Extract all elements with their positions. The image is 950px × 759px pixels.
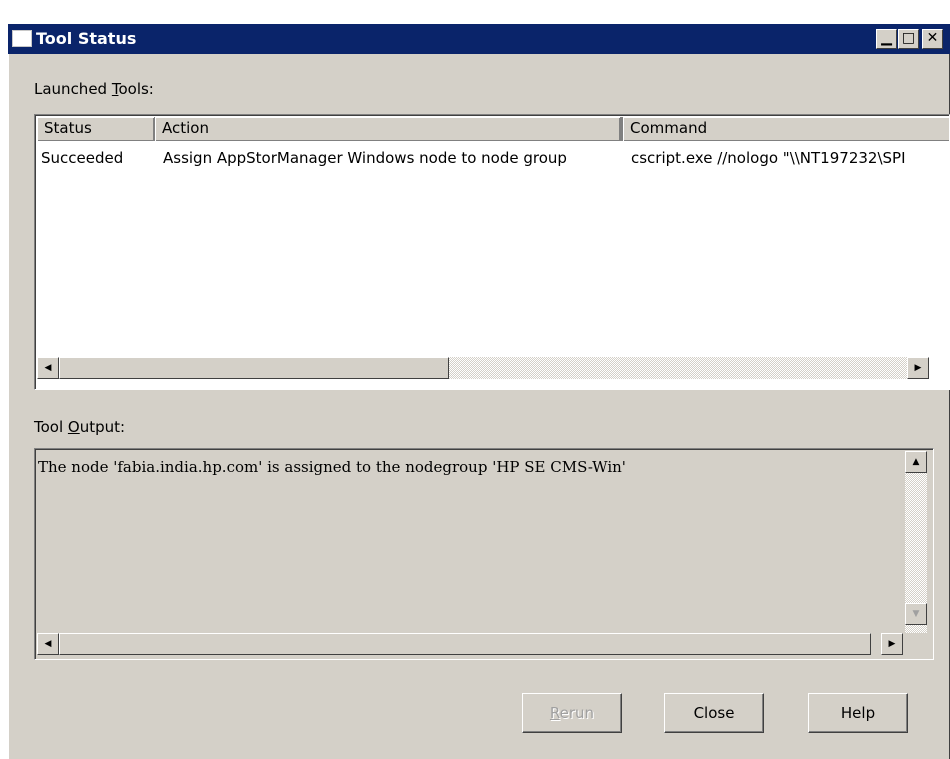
- list-scroll-right-button[interactable]: ▶: [907, 357, 929, 379]
- window-title: Tool Status: [36, 29, 137, 48]
- close-window-button[interactable]: ✕: [922, 29, 943, 49]
- rerun-button[interactable]: Rerun: [522, 693, 622, 733]
- title-bar[interactable]: Tool Status ▁ □ ✕: [8, 24, 950, 54]
- close-button[interactable]: Close: [664, 693, 764, 733]
- window-icon: [12, 30, 32, 47]
- list-scroll-thumb[interactable]: [59, 357, 449, 379]
- column-header-action[interactable]: Action: [155, 117, 621, 141]
- help-button[interactable]: Help: [808, 693, 908, 733]
- tool-output-textarea[interactable]: The node 'fabia.india.hp.com' is assigne…: [34, 448, 934, 660]
- minimize-button[interactable]: ▁: [876, 29, 897, 49]
- row-action[interactable]: Assign AppStorManager Windows node to no…: [163, 148, 567, 168]
- maximize-button[interactable]: □: [898, 29, 919, 49]
- tool-output-label: Tool Output:: [34, 418, 126, 436]
- output-scroll-up-button[interactable]: ▲: [905, 451, 927, 473]
- output-scroll-right-button[interactable]: ▶: [881, 633, 903, 655]
- launched-tools-list[interactable]: Status Action Command Succeeded Assign A…: [34, 114, 950, 390]
- row-command[interactable]: cscript.exe //nologo "\\NT197232\SPI: [631, 148, 906, 168]
- column-header-status[interactable]: Status: [37, 117, 155, 141]
- output-scroll-thumb[interactable]: [59, 633, 871, 655]
- list-scroll-left-button[interactable]: ◀: [37, 357, 59, 379]
- row-status[interactable]: Succeeded: [41, 148, 123, 168]
- output-scroll-down-button[interactable]: ▼: [905, 603, 927, 625]
- launched-tools-label: Launched Tools:: [34, 80, 154, 98]
- tool-output-text: The node 'fabia.india.hp.com' is assigne…: [38, 458, 626, 476]
- output-scroll-left-button[interactable]: ◀: [37, 633, 59, 655]
- column-header-command[interactable]: Command: [621, 117, 949, 141]
